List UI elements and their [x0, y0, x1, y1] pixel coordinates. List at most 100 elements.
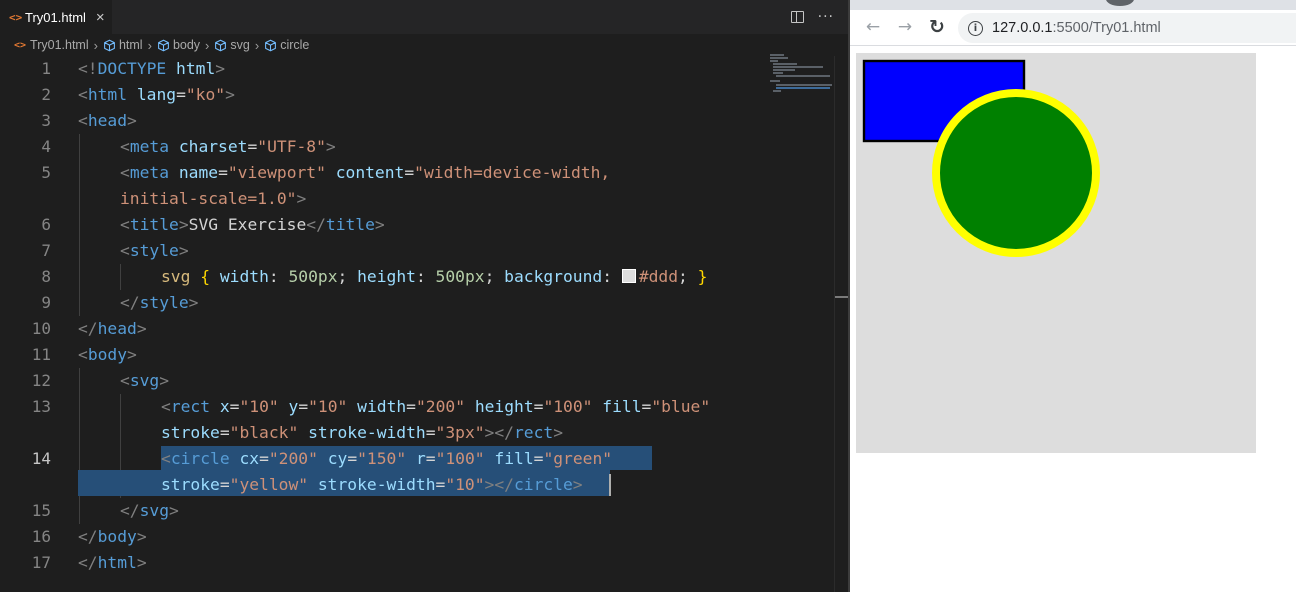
token-equals: = [347, 449, 358, 468]
code-area[interactable]: 1 2 3 4 5 6 7 8 9 10 11 12 13 14 15 16 1… [0, 56, 834, 592]
breadcrumb-item-body[interactable]: body [157, 38, 200, 52]
token-bracket: > [374, 215, 385, 234]
site-info-icon[interactable]: i [968, 20, 983, 36]
token-attribute: lang [136, 85, 177, 104]
token-tag: svg [129, 371, 160, 390]
token-bracket: < [161, 397, 171, 416]
token-selector: svg [161, 267, 191, 286]
split-editor-icon[interactable] [790, 11, 804, 23]
line-number: 13 [31, 397, 51, 416]
code-line: </body> [78, 524, 147, 550]
token-attribute: height [474, 397, 534, 416]
token-bracket: </ [78, 319, 98, 338]
token-number: 500px [435, 267, 485, 286]
token-attribute: fill [602, 397, 642, 416]
element-cube-icon [104, 39, 115, 51]
reload-icon[interactable]: ↻ [924, 14, 950, 40]
line-number: 9 [41, 293, 51, 312]
token-string: initial-scale=1.0" [120, 189, 297, 208]
token-bracket: > [127, 111, 137, 130]
token-punct: ; [484, 267, 505, 286]
token-keyword: DOCTYPE [97, 59, 167, 78]
token-equals: = [259, 449, 269, 468]
code-editor[interactable]: <> Try01.html × ··· <> Try01.html › html… [0, 0, 849, 592]
breadcrumb-label: body [172, 38, 201, 52]
token-bracket: > [553, 423, 563, 442]
minimap-line [773, 69, 795, 71]
token-bracket: </ [306, 215, 326, 234]
token-attribute: r [415, 449, 426, 468]
token-attribute: y [288, 397, 299, 416]
close-icon[interactable]: × [96, 10, 105, 25]
color-swatch[interactable] [621, 269, 636, 283]
more-actions-icon[interactable]: ··· [818, 9, 834, 25]
token-attribute: width [357, 397, 407, 416]
line-number: 1 [41, 59, 51, 78]
token-property: width [219, 267, 269, 286]
minimap-line [773, 90, 781, 92]
tab-try01-html[interactable]: <> Try01.html × [0, 0, 112, 34]
token-string: "150" [357, 449, 407, 468]
token-tag: rect [170, 397, 211, 416]
code-line: <svg> [120, 368, 169, 394]
token-equals: = [247, 137, 258, 156]
minimap[interactable] [768, 52, 834, 94]
token-bracket: > [136, 527, 147, 546]
token-equals: = [219, 423, 230, 442]
chevron-right-icon: › [93, 37, 98, 53]
token-attribute: name [178, 163, 219, 182]
token-string: "green" [543, 449, 613, 468]
chevron-right-icon: › [205, 37, 210, 53]
minimap-line [776, 87, 830, 89]
token-tag: body [87, 345, 128, 364]
token-bracket: > [127, 345, 137, 364]
token-equals: = [219, 475, 230, 494]
token-tag: circle [170, 449, 230, 468]
line-number: 10 [31, 319, 51, 338]
token-bracket: </ [78, 553, 98, 572]
element-cube-icon [158, 39, 169, 51]
token-bracket: > [215, 59, 226, 78]
arrow-forward-icon[interactable]: → [892, 14, 918, 40]
token-equals: = [229, 397, 240, 416]
breadcrumb-item-file[interactable]: <> Try01.html [14, 38, 89, 52]
code-text[interactable]: <!DOCTYPE html> <html lang="ko"> <head> … [78, 56, 828, 592]
chevron-right-icon: › [254, 37, 260, 53]
profile-avatar[interactable] [1106, 0, 1134, 6]
token-attribute: stroke-width [317, 475, 436, 494]
minimap-line [770, 80, 780, 82]
token-bracket: ></ [484, 475, 514, 494]
token-string: "viewport" [227, 163, 326, 182]
token-tag: circle [513, 475, 573, 494]
page-viewport [850, 47, 1296, 592]
browser-window: ← → ↻ i 127.0.0.1:5500/Try01.html [848, 0, 1296, 592]
browser-tab-strip [850, 0, 1296, 10]
breadcrumb-item-circle[interactable]: circle [264, 38, 309, 52]
breadcrumb-label: svg [230, 38, 250, 52]
token-bracket: > [325, 137, 336, 156]
token-equals: = [425, 423, 436, 442]
editor-actions: ··· [790, 0, 834, 34]
token-equals: = [425, 449, 436, 468]
code-line-wrap: initial-scale=1.0"> [120, 186, 306, 212]
arrow-back-icon[interactable]: ← [860, 14, 886, 40]
text-cursor [609, 474, 611, 496]
token-string: "10" [308, 397, 348, 416]
breadcrumb-item-html[interactable]: html [103, 38, 143, 52]
indent-guide [120, 264, 121, 290]
token-tag: html [97, 553, 137, 572]
token-tag: title [129, 215, 179, 234]
minimap-line [770, 57, 788, 59]
address-bar[interactable]: i 127.0.0.1:5500/Try01.html [958, 13, 1296, 43]
token-punct: : [415, 267, 436, 286]
vertical-scrollbar[interactable] [834, 56, 849, 592]
breadcrumb-item-svg[interactable]: svg [214, 38, 250, 52]
token-property: height [357, 267, 416, 286]
